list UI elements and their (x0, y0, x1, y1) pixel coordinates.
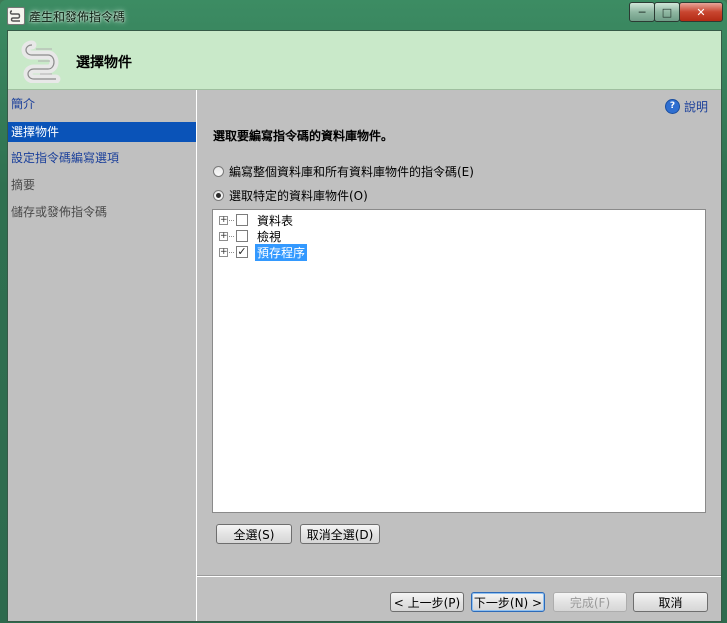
window-title: 產生和發佈指令碼 (29, 10, 126, 24)
tables-checkbox[interactable] (236, 214, 248, 226)
tree-node-views[interactable]: + 檢視 (219, 228, 283, 244)
next-button[interactable]: 下一步(N) > (471, 592, 545, 612)
dialog-client-area: 選擇物件 簡介 選擇物件 設定指令碼編寫選項 摘要 儲存或發佈指令碼 ? 說明 … (7, 30, 722, 622)
object-tree[interactable]: + 資料表 + 檢視 + ✓ 預存程序 (212, 209, 706, 513)
help-icon: ? (665, 99, 680, 114)
radio-script-entire-db[interactable]: 編寫整個資料庫和所有資料庫物件的指令碼(E) (213, 163, 474, 180)
help-label: 說明 (684, 100, 709, 114)
radio-label: 編寫整個資料庫和所有資料庫物件的指令碼(E) (229, 165, 474, 179)
window-frame: 產生和發佈指令碼 ─ □ ✕ 選擇物件 簡介 選擇物件 設定指令碼編寫選項 摘要… (0, 0, 727, 623)
tree-node-label: 檢視 (257, 229, 282, 244)
tree-node-label: 資料表 (257, 213, 294, 228)
page-header: 選擇物件 (8, 31, 721, 90)
title-bar[interactable]: 產生和發佈指令碼 ─ □ ✕ (0, 0, 727, 30)
previous-button[interactable]: < 上一步(P) (390, 592, 464, 612)
expand-icon[interactable]: + (219, 247, 228, 257)
close-button[interactable]: ✕ (679, 2, 723, 22)
radio-select-specific-objects[interactable]: 選取特定的資料庫物件(O) (213, 187, 368, 204)
minimize-button[interactable]: ─ (629, 2, 655, 22)
sidebar-item-summary: 摘要 (11, 178, 36, 192)
maximize-button[interactable]: □ (654, 2, 680, 22)
views-checkbox[interactable] (236, 230, 248, 242)
sidebar-item-intro[interactable]: 簡介 (8, 94, 196, 114)
sidebar-item-choose-objects[interactable]: 選擇物件 (8, 122, 196, 142)
radio-button[interactable] (213, 190, 224, 201)
tree-node-tables[interactable]: + 資料表 (219, 212, 295, 228)
deselect-all-button[interactable]: 取消全選(D) (300, 524, 380, 544)
tree-node-label: 預存程序 (255, 243, 308, 261)
maximize-icon: □ (661, 5, 673, 19)
close-icon: ✕ (696, 5, 706, 19)
minimize-icon: ─ (638, 5, 646, 19)
stored-procedures-checkbox[interactable]: ✓ (236, 246, 248, 258)
finish-button: 完成(F) (553, 592, 627, 612)
page-title: 選擇物件 (76, 55, 132, 71)
app-icon (7, 7, 25, 25)
tree-node-stored-procedures[interactable]: + ✓ 預存程序 (219, 243, 308, 261)
instruction-text: 選取要編寫指令碼的資料庫物件。 (213, 129, 394, 143)
select-all-button[interactable]: 全選(S) (216, 524, 292, 544)
wizard-steps-sidebar: 簡介 選擇物件 設定指令碼編寫選項 摘要 儲存或發佈指令碼 (8, 90, 197, 621)
cancel-button[interactable]: 取消 (633, 592, 708, 612)
sidebar-item-save-publish: 儲存或發佈指令碼 (11, 205, 108, 219)
help-link[interactable]: ? 說明 (665, 98, 708, 115)
expand-icon[interactable]: + (219, 215, 228, 225)
footer-separator (197, 575, 721, 577)
sidebar-item-scripting-options[interactable]: 設定指令碼編寫選項 (8, 148, 196, 168)
radio-label: 選取特定的資料庫物件(O) (229, 189, 368, 203)
radio-button[interactable] (213, 166, 224, 177)
script-scroll-icon (18, 39, 64, 84)
expand-icon[interactable]: + (219, 231, 228, 241)
